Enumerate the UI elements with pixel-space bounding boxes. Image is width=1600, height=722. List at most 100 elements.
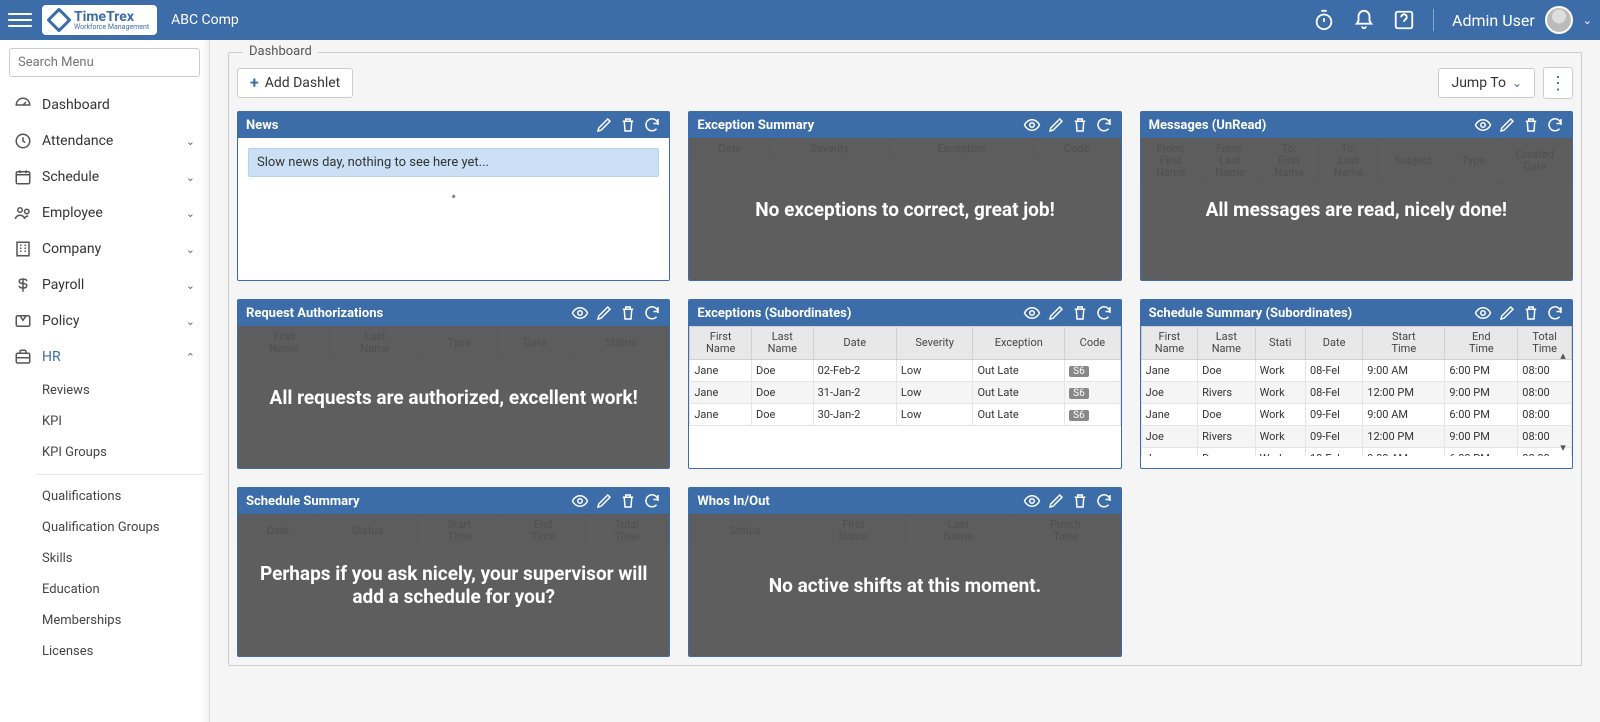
dashlet-header: Exceptions (Subordinates)	[689, 300, 1120, 326]
table-row[interactable]: JaneDoe02-Feb-2LowOut LateS6	[690, 360, 1120, 382]
sidebar-item-label: Dashboard	[42, 97, 110, 113]
empty-message: Perhaps if you ask nicely, your supervis…	[238, 514, 669, 656]
refresh-icon[interactable]	[643, 304, 661, 322]
trash-icon[interactable]	[1071, 492, 1089, 510]
eye-icon[interactable]	[1023, 304, 1041, 322]
trash-icon[interactable]	[1071, 116, 1089, 134]
page-title: Dashboard	[243, 44, 318, 59]
sidebar-item-payroll[interactable]: Payroll⌄	[6, 267, 203, 303]
logo-text: TimeTrex	[74, 10, 149, 24]
col-header: StartTime	[1363, 327, 1445, 360]
edit-icon[interactable]	[1047, 116, 1065, 134]
refresh-icon[interactable]	[1095, 116, 1113, 134]
trash-icon[interactable]	[1522, 304, 1540, 322]
col-header: LastName	[1198, 327, 1255, 360]
trash-icon[interactable]	[1522, 116, 1540, 134]
empty-message: All messages are read, nicely done!	[1141, 138, 1572, 280]
col-header: Stati	[1255, 327, 1305, 360]
refresh-icon[interactable]	[643, 116, 661, 134]
sidebar-item-employee[interactable]: Employee⌄	[6, 195, 203, 231]
sidebar-subitem-education[interactable]: Education	[6, 574, 203, 605]
refresh-icon[interactable]	[1095, 492, 1113, 510]
table-row[interactable]: JoeRiversWork09-Fel12:00 PM9:00 PM08:00	[1141, 426, 1571, 448]
sidebar-item-company[interactable]: Company ⌄	[6, 231, 203, 267]
eye-icon[interactable]	[571, 304, 589, 322]
sidebar-item-label: Company	[42, 241, 101, 257]
refresh-icon[interactable]	[643, 492, 661, 510]
sidebar-item-label: Policy	[42, 313, 80, 329]
trash-icon[interactable]	[619, 116, 637, 134]
chevron-down-icon: ⌄	[186, 315, 195, 328]
sidebar-subitem-licenses[interactable]: Licenses	[6, 636, 203, 667]
sidebar-item-dashboard[interactable]: Dashboard	[6, 87, 203, 123]
scroll-up-icon[interactable]: ▴	[1556, 348, 1570, 362]
edit-icon[interactable]	[595, 304, 613, 322]
sidebar-subitem-kpi[interactable]: KPI	[6, 406, 203, 437]
bell-icon[interactable]	[1353, 9, 1375, 31]
edit-icon[interactable]	[1047, 492, 1065, 510]
edit-icon[interactable]	[595, 116, 613, 134]
chevron-up-icon: ⌃	[186, 351, 195, 364]
sidebar-item-policy[interactable]: Policy ⌄	[6, 303, 203, 339]
trash-icon[interactable]	[619, 304, 637, 322]
table-row[interactable]: JaneDoeWork09-Fel9:00 AM6:00 PM08:00	[1141, 404, 1571, 426]
more-options-button[interactable]: ⋮	[1543, 67, 1573, 99]
menu-toggle-icon[interactable]	[8, 8, 32, 32]
eye-icon[interactable]	[571, 492, 589, 510]
dashlet-schedule_summary: Schedule Summary DateStatusStartTimeEndT…	[237, 487, 670, 657]
refresh-icon[interactable]	[1546, 116, 1564, 134]
dashlet-header: Messages (UnRead)	[1141, 112, 1572, 138]
dashlet-header: Schedule Summary (Subordinates)	[1141, 300, 1572, 326]
calendar-icon	[14, 168, 32, 186]
add-dashlet-button[interactable]: +Add Dashlet	[237, 68, 353, 98]
dollar-icon	[14, 276, 32, 294]
edit-icon[interactable]	[1498, 304, 1516, 322]
sidebar-subitem-skills[interactable]: Skills	[6, 543, 203, 574]
sidebar-item-label: Attendance	[42, 133, 113, 149]
refresh-icon[interactable]	[1546, 304, 1564, 322]
sidebar-subitem-memberships[interactable]: Memberships	[6, 605, 203, 636]
chevron-down-icon: ⌄	[186, 243, 195, 256]
eye-icon[interactable]	[1474, 304, 1492, 322]
trash-icon[interactable]	[619, 492, 637, 510]
sidebar-subitem-qualification-groups[interactable]: Qualification Groups	[6, 512, 203, 543]
scroll-down-icon[interactable]: ▾	[1556, 440, 1570, 454]
dashlet-header: Whos In/Out	[689, 488, 1120, 514]
jump-to-button[interactable]: Jump To⌄	[1438, 68, 1535, 98]
stopwatch-icon[interactable]	[1313, 9, 1335, 31]
sidebar-subitem-reviews[interactable]: Reviews	[6, 375, 203, 406]
sidebar: DashboardAttendance⌄Schedule⌄Employee⌄Co…	[0, 40, 210, 722]
top-bar: TimeTrex Workforce Management ABC Comp A…	[0, 0, 1600, 40]
sidebar-item-label: HR	[42, 349, 61, 365]
table-row[interactable]: JaneDoe30-Jan-2LowOut LateS6	[690, 404, 1120, 426]
sidebar-item-schedule[interactable]: Schedule⌄	[6, 159, 203, 195]
edit-icon[interactable]	[595, 492, 613, 510]
table-row[interactable]: JoeRiversWork08-Fel12:00 PM9:00 PM08:00	[1141, 382, 1571, 404]
table-row[interactable]: JaneDoe31-Jan-2LowOut LateS6	[690, 382, 1120, 404]
eye-icon[interactable]	[1474, 116, 1492, 134]
search-input[interactable]	[9, 48, 200, 77]
edit-icon[interactable]	[1047, 304, 1065, 322]
code-badge: S6	[1069, 366, 1089, 377]
eye-icon[interactable]	[1023, 492, 1041, 510]
user-menu[interactable]: Admin User ⌄	[1452, 6, 1592, 34]
table-row[interactable]: JaneDoeWork10-Fel9:00 AM6:00 PM08:00	[1141, 448, 1571, 456]
help-icon[interactable]	[1393, 9, 1415, 31]
sidebar-subitem-kpi-groups[interactable]: KPI Groups	[6, 437, 203, 468]
dashlet-title: Messages (UnRead)	[1149, 118, 1267, 133]
code-badge: S6	[1069, 388, 1089, 399]
sidebar-item-hr[interactable]: HR ⌃	[6, 339, 203, 375]
dashlet-header: Request Authorizations	[238, 300, 669, 326]
edit-icon[interactable]	[1498, 116, 1516, 134]
refresh-icon[interactable]	[1095, 304, 1113, 322]
col-header: Code	[1065, 327, 1121, 360]
company-name: ABC Comp	[171, 12, 239, 28]
table-row[interactable]: JaneDoeWork08-Fel9:00 AM6:00 PM08:00	[1141, 360, 1571, 382]
trash-icon[interactable]	[1071, 304, 1089, 322]
eye-icon[interactable]	[1023, 116, 1041, 134]
dashlet-messages: Messages (UnRead) From:FirstNameFrom:Las…	[1140, 111, 1573, 281]
sidebar-item-attendance[interactable]: Attendance⌄	[6, 123, 203, 159]
sidebar-subitem-qualifications[interactable]: Qualifications	[6, 481, 203, 512]
logo[interactable]: TimeTrex Workforce Management	[42, 5, 157, 35]
dashlet-header: Exception Summary	[689, 112, 1120, 138]
